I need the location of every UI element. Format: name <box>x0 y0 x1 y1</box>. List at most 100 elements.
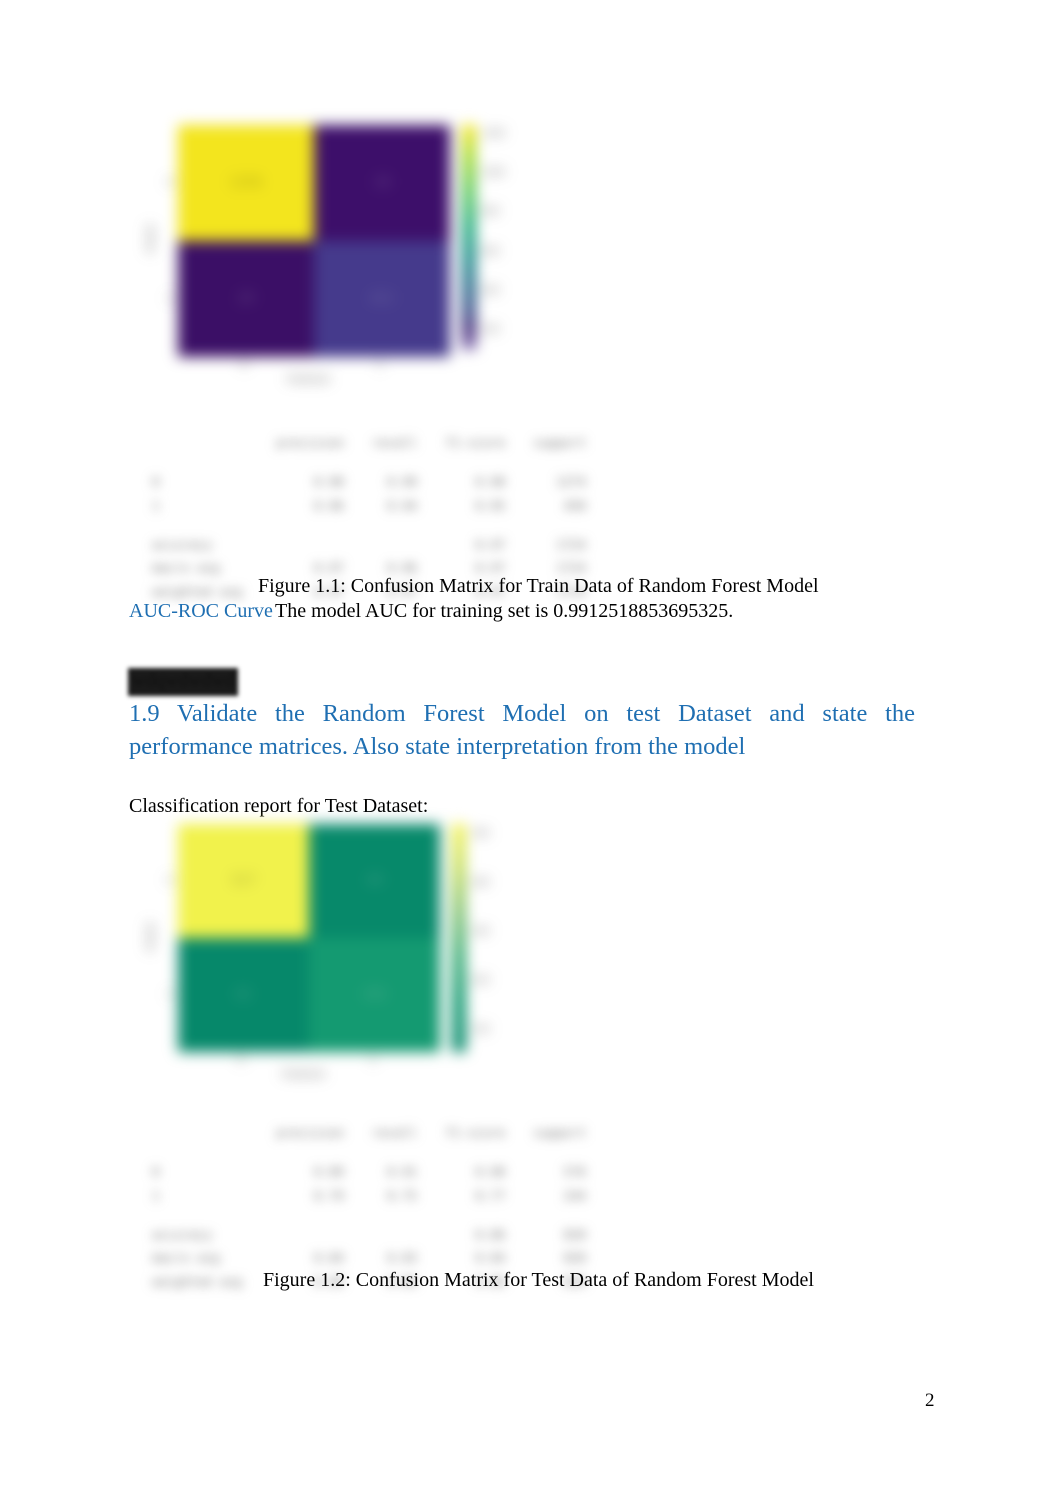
confusion-matrix-grid-train: 1256 18 29 421 <box>178 125 450 357</box>
row-label: 0 <box>152 1164 160 1180</box>
cell-support: 244 <box>563 1187 587 1203</box>
table-header-row: precision recall f1-score support <box>152 431 600 454</box>
confusion-matrix-grid-test: 527 49 62 182 <box>178 824 440 1052</box>
cm-cell-value: 49 <box>366 873 383 889</box>
y-axis-label-test: Actual <box>146 922 157 952</box>
table-corner <box>152 431 262 454</box>
colorbar-tick: 800 <box>482 207 500 218</box>
cm-cell-value: 182 <box>362 987 387 1003</box>
table-header-row: precision recall f1-score support <box>152 1121 600 1144</box>
column-header-support: support <box>533 1124 587 1140</box>
cell-support: 1724 <box>556 536 587 552</box>
x-tick-1: 1 <box>370 1056 376 1066</box>
column-header-recall: recall <box>372 1124 418 1140</box>
table-corner <box>152 1121 262 1144</box>
column-header-support: support <box>533 434 587 450</box>
row-label: weighted avg <box>152 1273 243 1289</box>
column-header-recall: recall <box>372 434 418 450</box>
colorbar-tick: 400 <box>482 285 500 296</box>
classification-report-test: precision recall f1-score support 0 0.89… <box>152 1082 600 1332</box>
colorbar-tick: 1200 <box>482 129 505 139</box>
highlighted-text: wdqwdwdwd <box>128 668 239 696</box>
figure-1-1-confusion-matrix: 1256 18 29 421 1200 1000 800 600 400 200… <box>146 110 550 390</box>
cm-cell-value: 29 <box>237 291 255 307</box>
cm-cell-0-0: 1256 <box>178 125 314 241</box>
column-header-precision: precision <box>276 434 345 450</box>
colorbar-train <box>462 125 476 350</box>
cell-precision <box>262 533 358 556</box>
table-row: accuracy 0.86 820 <box>152 1223 600 1246</box>
row-label: 1 <box>152 1187 160 1203</box>
cell-recall: 0.75 <box>387 1187 418 1203</box>
cm-cell-1-0: 62 <box>178 938 309 1052</box>
cell-precision: 0.84 <box>313 1250 345 1266</box>
row-label: macro avg <box>152 1250 220 1266</box>
cm-cell-value: 62 <box>235 987 252 1003</box>
column-header-f1: f1-score <box>445 434 506 450</box>
row-label: 0 <box>152 474 160 490</box>
colorbar-tick: 300 <box>472 927 490 937</box>
cell-precision: 0.89 <box>313 1164 345 1180</box>
cm-cell-0-1: 18 <box>314 125 450 241</box>
auc-value-text: The model AUC for training set is 0.9912… <box>275 600 734 622</box>
colorbar-tick: 400 <box>472 878 490 888</box>
table-row: accuracy 0.97 1724 <box>152 533 600 556</box>
cell-f1: 0.86 <box>475 1226 506 1242</box>
table-row: 1 0.79 0.75 0.77 244 <box>152 1184 600 1207</box>
cell-recall: 0.83 <box>387 1250 418 1266</box>
row-label: macro avg <box>152 560 220 576</box>
colorbar-ticks-test: 500 400 300 200 100 <box>472 830 489 1035</box>
heading-line-2: performance matrices. Also state interpr… <box>129 732 746 760</box>
auc-roc-line: AUC-ROC Curve The model AUC for training… <box>129 598 909 624</box>
auc-roc-curve-label: AUC-ROC Curve <box>129 600 273 622</box>
cell-support: 450 <box>563 497 587 513</box>
cell-f1: 0.90 <box>475 1164 506 1180</box>
cell-support: 820 <box>563 1226 587 1242</box>
heading-line-1: 1.9 Validate the Random Forest Model on … <box>129 700 915 727</box>
cell-precision: 0.79 <box>313 1187 345 1203</box>
row-label: 1 <box>152 497 160 513</box>
cell-precision: 0.98 <box>313 474 345 490</box>
y-tick-1: 1 <box>167 990 173 1000</box>
cm-cell-value: 18 <box>373 175 391 191</box>
cell-recall <box>358 1223 431 1246</box>
cell-recall <box>358 533 431 556</box>
colorbar-tick: 200 <box>482 324 500 335</box>
cm-cell-1-1: 182 <box>309 938 440 1052</box>
figure-1-2-confusion-matrix: 527 49 62 182 500 400 300 200 100 0 1 0 … <box>146 812 550 1084</box>
x-tick-1: 1 <box>377 361 383 371</box>
cm-cell-0-1: 49 <box>309 824 440 938</box>
colorbar-tick: 500 <box>472 829 490 839</box>
table-spacer <box>152 517 600 533</box>
cm-cell-value: 1256 <box>229 175 263 191</box>
table-row: 0 0.89 0.91 0.90 576 <box>152 1160 600 1183</box>
cell-f1: 0.97 <box>475 536 506 552</box>
cell-precision: 0.96 <box>313 497 345 513</box>
colorbar-ticks-train: 1200 1000 800 600 400 200 <box>482 130 505 335</box>
cell-recall: 0.91 <box>387 1164 418 1180</box>
row-label: accuracy <box>152 536 213 552</box>
cm-cell-value: 421 <box>369 291 395 307</box>
column-header-f1: f1-score <box>445 1124 506 1140</box>
cell-f1: 0.84 <box>475 1250 506 1266</box>
row-label: accuracy <box>152 1226 213 1242</box>
cell-f1: 0.95 <box>475 497 506 513</box>
y-tick-1: 1 <box>167 294 173 304</box>
x-tick-0: 0 <box>241 361 247 371</box>
x-axis-label-train: Predicted <box>287 375 330 385</box>
cell-f1: 0.77 <box>475 1187 506 1203</box>
colorbar-tick: 200 <box>472 976 490 986</box>
cell-recall: 0.94 <box>387 497 418 513</box>
document-page: 1256 18 29 421 1200 1000 800 600 400 200… <box>0 0 1062 1506</box>
table-spacer <box>152 454 600 470</box>
x-tick-0: 0 <box>238 1056 244 1066</box>
cm-cell-value: 527 <box>231 873 256 889</box>
cell-f1: 0.98 <box>475 474 506 490</box>
cell-precision <box>262 1223 358 1246</box>
table-row: 1 0.96 0.94 0.95 450 <box>152 494 600 517</box>
x-axis-label-test: Predicted <box>282 1070 325 1080</box>
figure-1-2-caption: Figure 1.2: Confusion Matrix for Test Da… <box>263 1269 814 1291</box>
table-spacer <box>152 1207 600 1223</box>
cm-cell-1-0: 29 <box>178 241 314 357</box>
y-tick-0: 0 <box>167 178 173 188</box>
